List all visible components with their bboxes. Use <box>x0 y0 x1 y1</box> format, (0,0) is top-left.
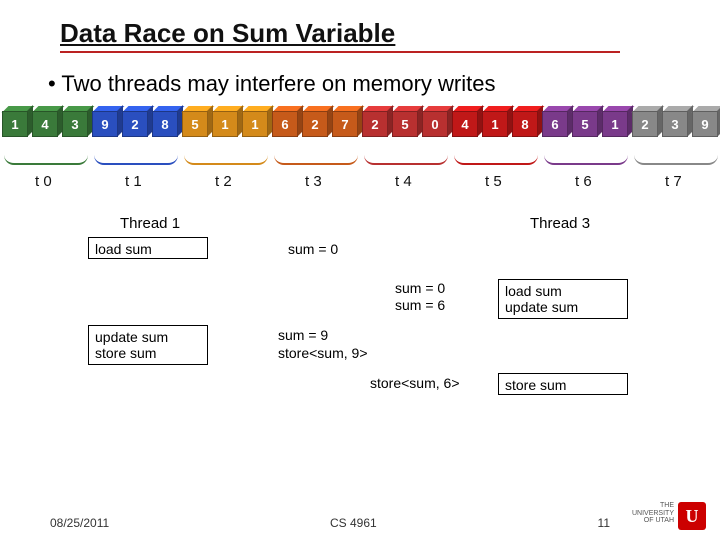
cube: 1 <box>602 111 628 137</box>
mid-store9: store<sum, 9> <box>278 345 368 361</box>
slide-title: Data Race on Sum Variable <box>60 18 620 53</box>
t1-update-box: update sum store sum <box>88 325 208 365</box>
footer-course: CS 4961 <box>330 516 377 530</box>
cube: 1 <box>242 111 268 137</box>
cube: 5 <box>572 111 598 137</box>
t-label: t 0 <box>35 173 52 190</box>
cube: 8 <box>512 111 538 137</box>
brace <box>454 143 538 165</box>
t-label: t 1 <box>125 173 142 190</box>
t3-store-box: store sum <box>498 373 628 395</box>
cube: 4 <box>452 111 478 137</box>
t-label: t 6 <box>575 173 592 190</box>
cube: 1 <box>2 111 28 137</box>
brace <box>274 143 358 165</box>
logo-line1: THE <box>632 502 674 510</box>
cube: 7 <box>332 111 358 137</box>
t3-load-update-box: load sum update sum <box>498 279 628 319</box>
logo-line2: UNIVERSITY <box>632 510 674 518</box>
brace <box>364 143 448 165</box>
cube: 9 <box>92 111 118 137</box>
cube: 8 <box>152 111 178 137</box>
cube: 2 <box>122 111 148 137</box>
t-label: t 7 <box>665 173 682 190</box>
cube: 3 <box>662 111 688 137</box>
t-label: t 4 <box>395 173 412 190</box>
footer-page: 11 <box>598 516 610 530</box>
cube: 9 <box>692 111 718 137</box>
cube: 1 <box>212 111 238 137</box>
cube: 2 <box>362 111 388 137</box>
mid-sum0b: sum = 0 <box>395 280 445 296</box>
cube: 5 <box>182 111 208 137</box>
logo-u-icon: U <box>678 502 706 530</box>
mid-store6: store<sum, 6> <box>370 375 460 391</box>
brace <box>94 143 178 165</box>
footer-date: 08/25/2011 <box>50 516 109 530</box>
cube: 6 <box>272 111 298 137</box>
brace <box>544 143 628 165</box>
cube: 4 <box>32 111 58 137</box>
thread-labels: t 0 t 1 t 2 t 3 t 4 t 5 t 6 t 7 <box>0 169 720 193</box>
thread-diagram: Thread 1 Thread 3 load sum update sum st… <box>0 215 720 445</box>
cube: 2 <box>632 111 658 137</box>
thread3-title: Thread 3 <box>530 215 590 232</box>
brace <box>4 143 88 165</box>
t-label: t 3 <box>305 173 322 190</box>
t-label: t 2 <box>215 173 232 190</box>
cube: 1 <box>482 111 508 137</box>
cube-row: 1 4 3 9 2 8 <box>0 97 720 137</box>
cube: 2 <box>302 111 328 137</box>
brace <box>634 143 718 165</box>
slide-bullet: • Two threads may interfere on memory wr… <box>0 53 720 97</box>
mid-sum9: sum = 9 <box>278 327 328 343</box>
mid-sum6: sum = 6 <box>395 297 445 313</box>
brace <box>184 143 268 165</box>
cube: 6 <box>542 111 568 137</box>
thread1-title: Thread 1 <box>120 215 180 232</box>
cube: 5 <box>392 111 418 137</box>
mid-sum0: sum = 0 <box>288 241 338 257</box>
brace-row <box>2 143 718 169</box>
utah-logo: THE UNIVERSITY OF UTAH U <box>626 500 706 534</box>
t-label: t 5 <box>485 173 502 190</box>
cube: 0 <box>422 111 448 137</box>
logo-line3: OF UTAH <box>632 517 674 525</box>
t1-load-box: load sum <box>88 237 208 259</box>
cube: 3 <box>62 111 88 137</box>
